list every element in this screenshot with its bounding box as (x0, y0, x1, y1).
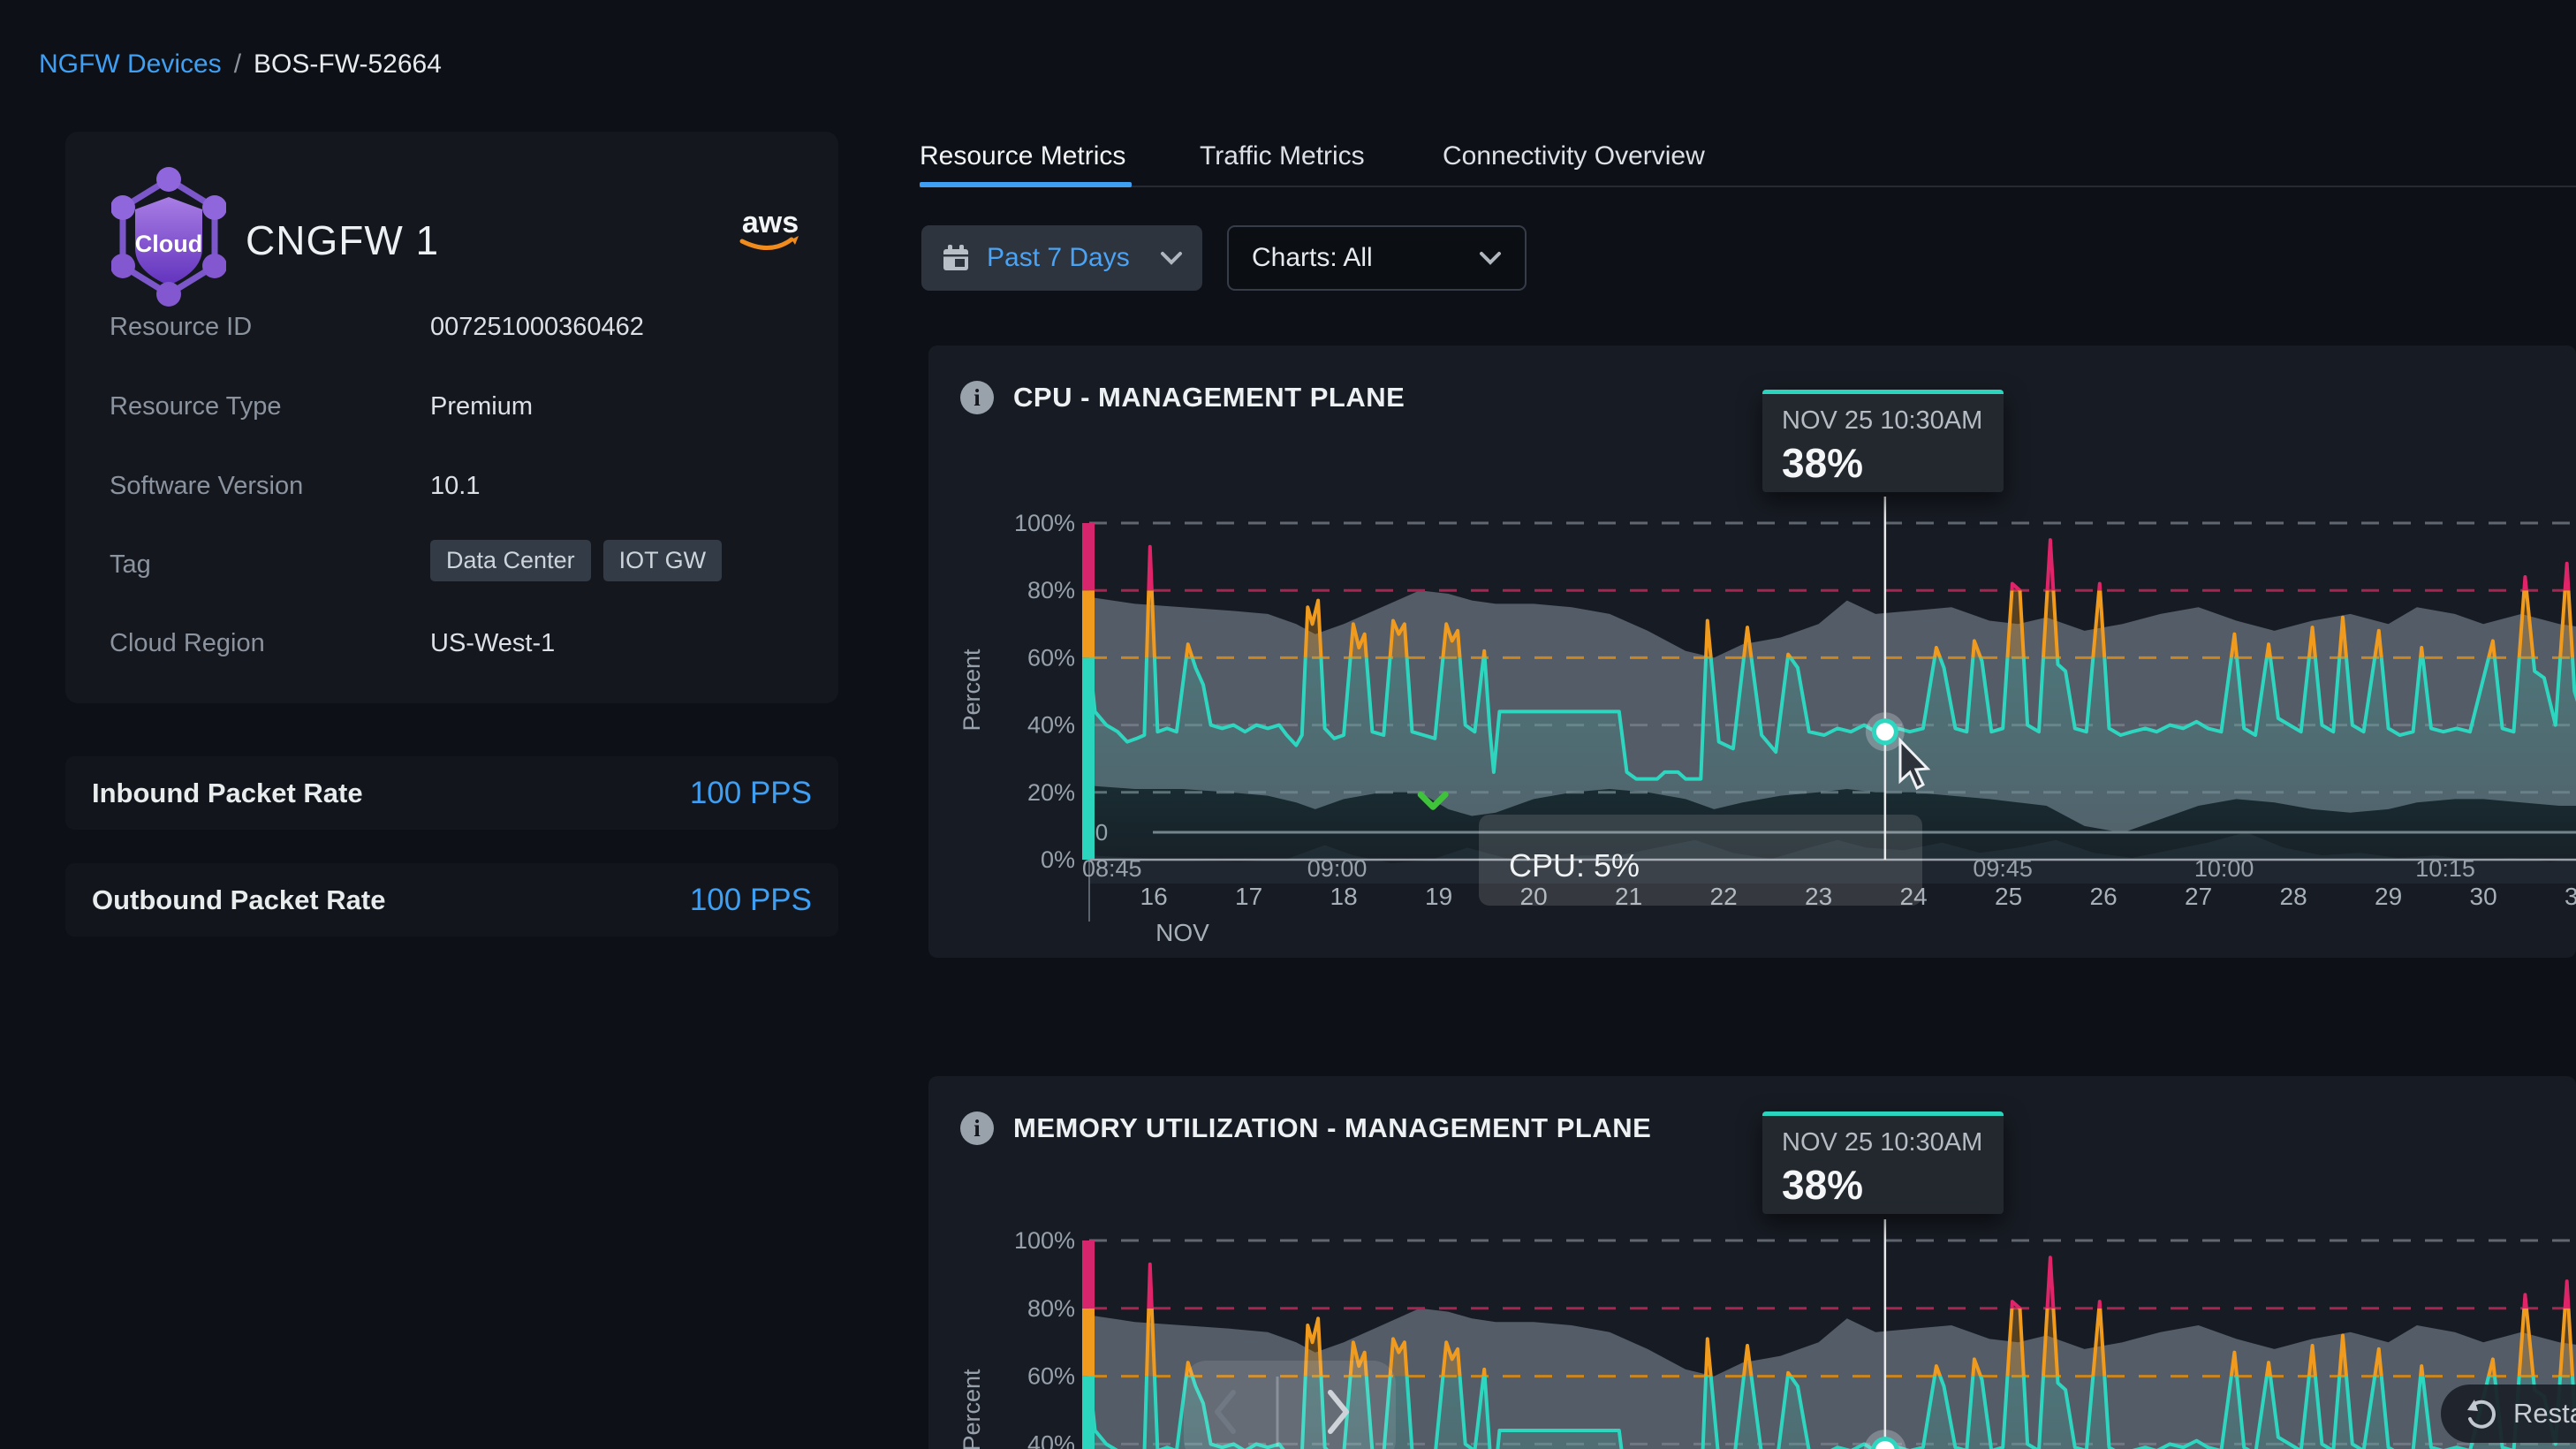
field-value-resource-id: 007251000360462 (430, 313, 644, 342)
tooltip-value: 38% (1782, 439, 1984, 487)
inbound-packet-rate-value: 100 PPS (690, 776, 812, 811)
inbound-packet-rate-label: Inbound Packet Rate (92, 778, 363, 809)
svg-text:60%: 60% (1027, 644, 1075, 671)
calendar-icon (941, 243, 971, 273)
chevron-left-icon[interactable] (1217, 1392, 1233, 1431)
tab-divider (920, 186, 2576, 187)
memory-chart-title: MEMORY UTILIZATION - MANAGEMENT PLANE (1013, 1112, 1651, 1144)
outbound-packet-rate-value: 100 PPS (690, 883, 812, 918)
outbound-packet-rate-label: Outbound Packet Rate (92, 884, 385, 916)
charts-filter-dropdown[interactable]: Charts: All (1227, 225, 1527, 291)
svg-text:40%: 40% (1027, 712, 1075, 739)
svg-text:Cloud: Cloud (135, 231, 202, 257)
field-value-resource-type: Premium (430, 392, 533, 421)
inbound-packet-rate-card: Inbound Packet Rate 100 PPS (65, 756, 838, 830)
svg-text:28: 28 (2280, 883, 2307, 910)
restart-icon (2464, 1396, 2499, 1431)
cpu-chart-title: CPU - MANAGEMENT PLANE (1013, 382, 1405, 413)
svg-text:29: 29 (2375, 883, 2402, 910)
tooltip-timestamp: NOV 25 10:30AM (1782, 1128, 1984, 1157)
field-value-cloud-region: US-West-1 (430, 629, 555, 658)
svg-text:Percent: Percent (958, 649, 985, 732)
field-label-resource-id: Resource ID (110, 313, 252, 342)
tooltip-value: 38% (1782, 1161, 1984, 1209)
svg-text:09:00: 09:00 (1307, 855, 1368, 882)
threshold-strip (1082, 1309, 1095, 1377)
date-range-dropdown[interactable]: Past 7 Days (921, 225, 1202, 291)
threshold-strip (1082, 1240, 1095, 1309)
breadcrumb-link-ngfw-devices[interactable]: NGFW Devices (39, 49, 222, 80)
svg-text:26: 26 (2090, 883, 2118, 910)
breadcrumb: NGFW Devices / BOS-FW-52664 (39, 49, 442, 80)
threshold-strip (1082, 1377, 1095, 1449)
field-value-software-version: 10.1 (430, 472, 480, 501)
svg-text:30: 30 (2470, 883, 2497, 910)
svg-text:08:45: 08:45 (1082, 855, 1142, 882)
chevron-down-icon (1160, 251, 1183, 265)
tab-resource-metrics[interactable]: Resource Metrics (920, 141, 1125, 184)
cpu-chart-card: i CPU - MANAGEMENT PLANE 008:4509:0009:4… (928, 345, 2576, 958)
chart-pager-overlay (1184, 1361, 1396, 1449)
field-label-software-version: Software Version (110, 472, 303, 501)
tooltip-timestamp: NOV 25 10:30AM (1782, 406, 1984, 436)
restart-button[interactable]: Restart (2441, 1385, 2576, 1443)
breadcrumb-current: BOS-FW-52664 (254, 49, 442, 80)
svg-text:19: 19 (1425, 883, 1452, 910)
svg-text:31: 31 (2565, 883, 2576, 910)
svg-text:NOV: NOV (1155, 919, 1209, 946)
svg-text:CPU: 5%: CPU: 5% (1509, 847, 1640, 884)
chevron-down-icon (1479, 251, 1502, 265)
svg-text:09:45: 09:45 (1973, 855, 2033, 882)
outbound-packet-rate-card: Outbound Packet Rate 100 PPS (65, 863, 838, 937)
tag-chip-iot-gw: IOT GW (603, 540, 723, 581)
aws-logo: aws (733, 206, 807, 255)
memory-chart-card: i MEMORY UTILIZATION - MANAGEMENT PLANE … (928, 1076, 2576, 1449)
date-range-value: Past 7 Days (987, 243, 1130, 273)
svg-text:60%: 60% (1027, 1363, 1075, 1390)
svg-text:10:15: 10:15 (2415, 855, 2475, 882)
svg-text:aws: aws (742, 206, 799, 239)
tag-chip-data-center: Data Center (430, 540, 591, 581)
field-label-cloud-region: Cloud Region (110, 629, 265, 658)
tag-chips: Data Center IOT GW (430, 540, 722, 581)
field-label-resource-type: Resource Type (110, 392, 282, 421)
cpu-chart-plot[interactable]: 008:4509:0009:4510:0010:1516171819202122… (928, 345, 2576, 958)
svg-text:10:00: 10:00 (2194, 855, 2254, 882)
tab-traffic-metrics[interactable]: Traffic Metrics (1200, 141, 1365, 184)
field-label-tag: Tag (110, 550, 151, 580)
cpu-chart-tooltip: NOV 25 10:30AM 38% (1762, 390, 2004, 492)
svg-text:80%: 80% (1027, 1295, 1075, 1322)
memory-chart-tooltip: NOV 25 10:30AM 38% (1762, 1111, 2004, 1214)
svg-text:80%: 80% (1027, 577, 1075, 603)
svg-text:20%: 20% (1027, 779, 1075, 806)
svg-text:18: 18 (1330, 883, 1358, 910)
hover-point (1876, 723, 1894, 740)
active-tab-underline (920, 182, 1132, 187)
svg-text:0%: 0% (1041, 846, 1075, 873)
threshold-strip (1082, 657, 1095, 860)
device-name: CNGFW 1 (246, 216, 439, 264)
threshold-strip (1082, 590, 1095, 657)
svg-text:100%: 100% (1014, 1227, 1075, 1254)
chevron-right-icon[interactable] (1330, 1392, 1346, 1431)
device-info-card: Cloud CNGFW 1 aws Resource ID 0072510003… (65, 132, 838, 703)
restart-label: Restart (2513, 1398, 2576, 1430)
info-icon[interactable]: i (960, 381, 994, 414)
breadcrumb-separator: / (234, 49, 241, 80)
svg-text:100%: 100% (1014, 510, 1075, 536)
svg-text:25: 25 (1995, 883, 2022, 910)
charts-filter-value: Charts: All (1252, 243, 1373, 273)
threshold-strip (1082, 523, 1095, 590)
svg-text:Percent: Percent (958, 1369, 985, 1449)
info-icon[interactable]: i (960, 1111, 994, 1145)
cloud-shield-icon: Cloud (111, 167, 226, 308)
svg-text:17: 17 (1235, 883, 1262, 910)
tab-connectivity-overview[interactable]: Connectivity Overview (1443, 141, 1705, 184)
svg-text:40%: 40% (1027, 1430, 1075, 1449)
svg-text:27: 27 (2185, 883, 2212, 910)
svg-text:16: 16 (1140, 883, 1168, 910)
